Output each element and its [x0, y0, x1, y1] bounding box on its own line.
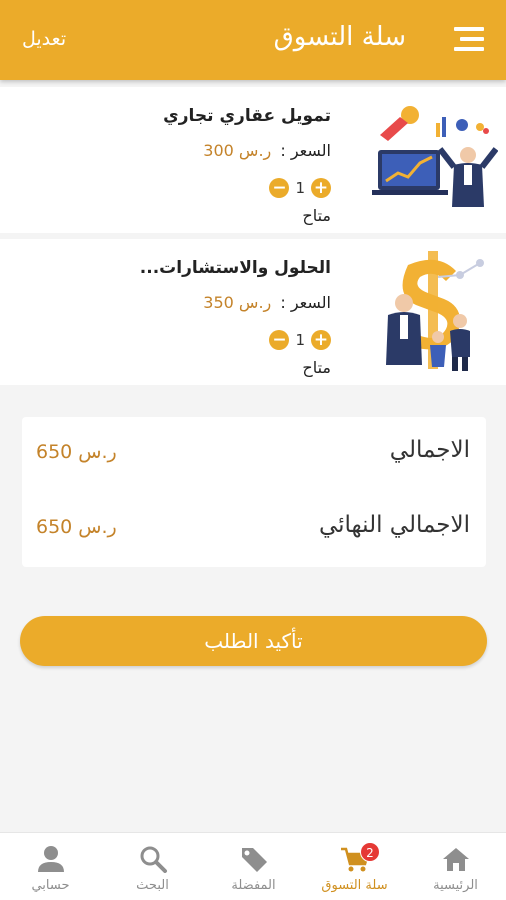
total-row: الاجمالي ر.س 650 [22, 435, 486, 475]
total-value: ر.س 650 [36, 441, 117, 463]
quantity-value: 1 [295, 331, 305, 349]
cart-item[interactable]: تمويل عقاري تجاري السعر : ر.س 300 − 1 + … [0, 87, 506, 233]
cart-item[interactable]: الحلول والاستشارات... السعر : ر.س 350 − … [0, 239, 506, 385]
page-title: سلة التسوق [273, 22, 406, 52]
nav-label-account: حسابي [31, 878, 70, 893]
quantity-stepper: − 1 + [269, 329, 331, 351]
plus-icon[interactable]: + [311, 330, 331, 350]
cart-count-badge: 2 [360, 842, 380, 862]
home-icon [442, 848, 469, 871]
tag-icon [241, 848, 267, 872]
grand-total-row: الاجمالي النهائي ر.س 650 [22, 510, 486, 550]
grand-total-label: الاجمالي النهائي [318, 512, 470, 538]
nav-item-home[interactable]: الرئيسية [405, 833, 506, 900]
nav-label-search: البحث [136, 878, 169, 893]
totals-card: الاجمالي ر.س 650 الاجمالي النهائي ر.س 65… [22, 417, 486, 567]
search-icon [140, 846, 167, 873]
quantity-value: 1 [295, 179, 305, 197]
nav-label-favorites: المفضلة [231, 878, 276, 893]
nav-label-home: الرئيسية [433, 878, 478, 893]
price-row: السعر : ر.س 300 [203, 141, 331, 160]
nav-label-cart: سلة التسوق [321, 878, 388, 893]
grand-total-value: ر.س 650 [36, 516, 117, 538]
price-row: السعر : ر.س 350 [203, 293, 331, 312]
price-label: السعر : [280, 141, 331, 160]
quantity-stepper: − 1 + [269, 177, 331, 199]
app-bar: تعديل سلة التسوق [0, 0, 506, 80]
availability-status: متاح [302, 358, 331, 377]
person-icon [37, 846, 64, 872]
nav-item-search[interactable]: البحث [102, 833, 203, 900]
confirm-order-button[interactable]: تأكيد الطلب [20, 616, 487, 666]
plus-icon[interactable]: + [311, 178, 331, 198]
bottom-nav: الرئيسية 2 سلة التسوق المفضلة البحث حساب… [0, 832, 506, 900]
product-image [386, 251, 484, 371]
minus-icon[interactable]: − [269, 330, 290, 350]
product-image [372, 106, 498, 207]
product-name: تمويل عقاري تجاري [163, 106, 331, 126]
price-label: السعر : [280, 293, 331, 312]
nav-item-cart[interactable]: 2 سلة التسوق [304, 833, 405, 900]
nav-item-account[interactable]: حسابي [0, 833, 101, 900]
price-value: ر.س 350 [203, 293, 272, 312]
price-value: ر.س 300 [203, 141, 272, 160]
availability-status: متاح [302, 206, 331, 225]
total-label: الاجمالي [389, 437, 470, 463]
edit-button[interactable]: تعديل [22, 28, 66, 50]
menu-icon[interactable] [454, 25, 484, 53]
nav-item-favorites[interactable]: المفضلة [203, 833, 304, 900]
minus-icon[interactable]: − [269, 178, 290, 198]
product-name: الحلول والاستشارات... [139, 258, 331, 278]
